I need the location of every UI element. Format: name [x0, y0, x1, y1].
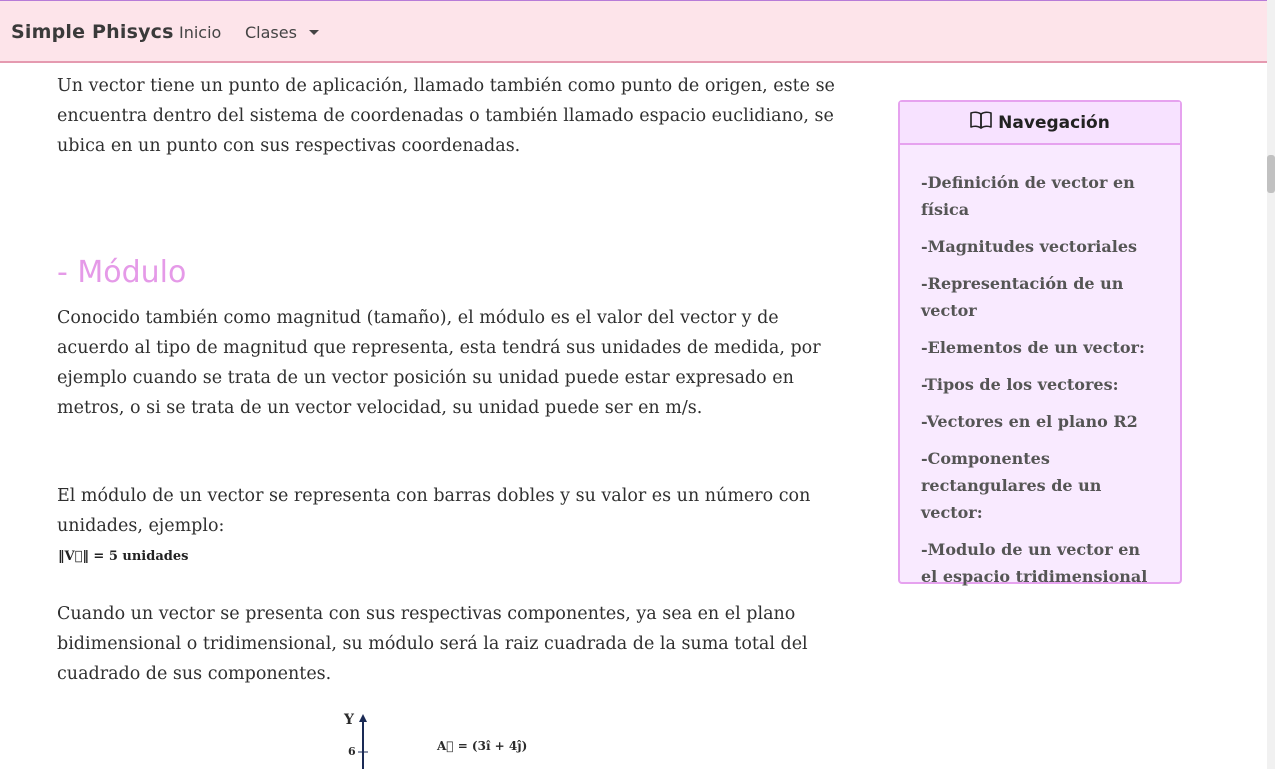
nav-link-inicio[interactable]: Inicio — [179, 23, 221, 42]
y-tick-label: 6 — [348, 745, 356, 758]
modulo-formula: ‖V⃗‖ = 5 unidades — [58, 549, 189, 564]
page-scrollbar[interactable] — [1267, 0, 1275, 769]
sidebar-item-componentes[interactable]: -Componentes rectangulares de un vector: — [921, 445, 1161, 526]
top-navbar: Simple Phisycs Inicio Clases — [0, 0, 1267, 63]
vector-equation: A⃗ = (3î + 4ĵ) — [437, 739, 528, 753]
sidebar-nav-list: -Definición de vector en física -Magnitu… — [921, 169, 1161, 600]
navigation-sidebar: Navegación -Definición de vector en físi… — [898, 100, 1182, 586]
sidebar-title: Navegación — [998, 112, 1110, 133]
intro-paragraph: Un vector tiene un punto de aplicación, … — [57, 76, 835, 156]
y-axis-arrow — [358, 714, 368, 769]
sidebar-header: Navegación — [900, 102, 1180, 145]
sidebar-item-tipos[interactable]: -Tipos de los vectores: — [921, 371, 1161, 398]
sidebar-item-modulo-3d[interactable]: -Modulo de un vector en el espacio tridi… — [921, 536, 1161, 590]
nav-dropdown-clases[interactable]: Clases — [245, 23, 297, 42]
sidebar-item-elementos[interactable]: -Elementos de un vector: — [921, 334, 1161, 361]
components-paragraph: Cuando un vector se presenta con sus res… — [57, 604, 808, 684]
scrollbar-thumb[interactable] — [1267, 155, 1275, 193]
brand-logo[interactable]: Simple Phisycs — [11, 21, 174, 43]
sidebar-item-magnitudes[interactable]: -Magnitudes vectoriales — [921, 233, 1161, 260]
notation-paragraph: El módulo de un vector se representa con… — [57, 486, 811, 536]
sidebar-item-representacion[interactable]: -Representación de un vector — [921, 270, 1161, 324]
vector-graph-figure: Y 6 A⃗ = (3î + 4ĵ) — [340, 708, 560, 769]
modulo-paragraph: Conocido también como magnitud (tamaño),… — [57, 308, 821, 418]
chevron-down-icon[interactable] — [309, 30, 319, 35]
section-heading-modulo: - Módulo — [57, 255, 187, 290]
sidebar-item-definicion[interactable]: -Definición de vector en física — [921, 169, 1161, 223]
book-icon — [970, 111, 992, 134]
sidebar-item-plano-r2[interactable]: -Vectores en el plano R2 — [921, 408, 1161, 435]
